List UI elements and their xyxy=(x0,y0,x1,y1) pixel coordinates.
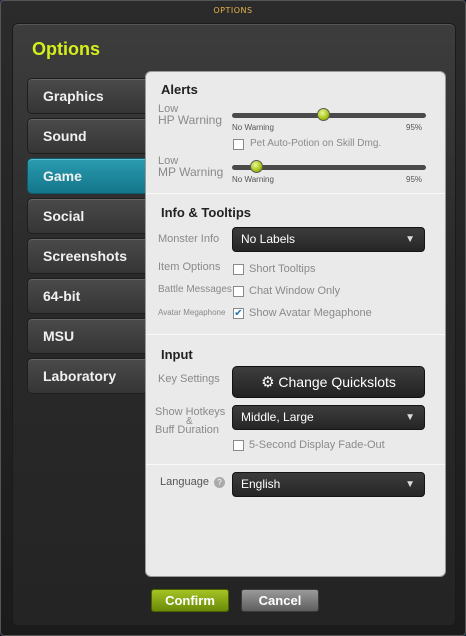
pet-auto-potion-checkbox[interactable] xyxy=(233,139,244,150)
hp-warning-min-label: No Warning xyxy=(232,123,274,132)
change-quickslots-label: Change Quickslots xyxy=(278,374,396,390)
chevron-down-icon: ▼ xyxy=(405,234,415,245)
mp-warning-slider[interactable] xyxy=(232,160,426,173)
hp-warning-label-line2: HP Warning xyxy=(158,113,223,127)
divider xyxy=(146,193,445,194)
cancel-button[interactable]: Cancel xyxy=(241,589,319,612)
options-frame: Options Graphics Sound Game Social Scree… xyxy=(12,23,456,626)
short-tooltips-checkbox[interactable] xyxy=(233,264,244,275)
monster-info-label: Monster Info xyxy=(158,233,220,245)
short-tooltips-label: Short Tooltips xyxy=(249,263,316,275)
key-settings-label: Key Settings xyxy=(158,373,220,385)
tab-sound[interactable]: Sound xyxy=(27,118,149,154)
gear-icon: ⚙ xyxy=(261,374,275,391)
language-label: Language xyxy=(160,476,209,488)
info-tooltips-title: Info & Tooltips xyxy=(161,205,252,220)
alerts-title: Alerts xyxy=(161,82,198,97)
change-quickslots-button[interactable]: ⚙ Change Quickslots xyxy=(232,366,425,398)
chevron-down-icon: ▼ xyxy=(405,479,415,490)
help-icon[interactable]: ? xyxy=(214,476,226,488)
tab-laboratory[interactable]: Laboratory xyxy=(27,358,149,394)
monster-info-value: No Labels xyxy=(241,232,296,246)
tab-game[interactable]: Game xyxy=(27,158,149,194)
language-label-group: Language ? xyxy=(160,476,226,488)
hp-warning-slider-knob[interactable] xyxy=(317,108,331,121)
show-hotkeys-dropdown[interactable]: Middle, Large ▼ xyxy=(232,405,425,430)
checkmark-icon: ✔ xyxy=(234,308,243,319)
mp-warning-min-label: No Warning xyxy=(232,175,274,184)
divider xyxy=(146,464,445,465)
show-avatar-megaphone-checkbox[interactable]: ✔ xyxy=(233,308,244,319)
battle-messages-label: Battle Messages xyxy=(158,284,232,295)
confirm-button[interactable]: Confirm xyxy=(151,589,229,612)
game-settings-panel: Alerts Low HP Warning No Warning 95% Pet… xyxy=(145,71,446,577)
options-window: OPTIONS Options Graphics Sound Game Soci… xyxy=(0,0,466,636)
hp-warning-max-label: 95% xyxy=(406,123,423,132)
avatar-megaphone-label: Avatar Megaphone xyxy=(158,308,226,317)
language-value: English xyxy=(241,477,281,491)
chat-window-only-label: Chat Window Only xyxy=(249,285,341,297)
hp-warning-slider[interactable] xyxy=(232,108,426,121)
mp-warning-slider-knob[interactable] xyxy=(250,160,264,173)
page-title: Options xyxy=(32,39,100,59)
input-title: Input xyxy=(161,347,193,362)
chat-window-only-checkbox[interactable] xyxy=(233,286,244,297)
tab-social[interactable]: Social xyxy=(27,198,149,234)
chevron-down-icon: ▼ xyxy=(405,412,415,423)
tab-screenshots[interactable]: Screenshots xyxy=(27,238,149,274)
fade-out-checkbox[interactable] xyxy=(233,440,244,451)
monster-info-dropdown[interactable]: No Labels ▼ xyxy=(232,227,425,252)
mp-warning-max-label: 95% xyxy=(406,175,423,184)
tab-msu[interactable]: MSU xyxy=(27,318,149,354)
window-title: OPTIONS xyxy=(213,6,253,15)
pet-auto-potion-label: Pet Auto-Potion on Skill Dmg. xyxy=(250,138,382,149)
show-hotkeys-label-line3: Buff Duration xyxy=(155,424,220,436)
language-dropdown[interactable]: English ▼ xyxy=(232,472,425,497)
fade-out-label: 5-Second Display Fade-Out xyxy=(249,439,385,451)
tab-graphics[interactable]: Graphics xyxy=(27,78,149,114)
show-hotkeys-value: Middle, Large xyxy=(241,410,314,424)
item-options-label: Item Options xyxy=(158,261,221,273)
divider xyxy=(146,334,445,335)
tab-64-bit[interactable]: 64-bit xyxy=(27,278,149,314)
mp-warning-label-line2: MP Warning xyxy=(158,165,224,179)
show-avatar-megaphone-label: Show Avatar Megaphone xyxy=(249,307,372,319)
